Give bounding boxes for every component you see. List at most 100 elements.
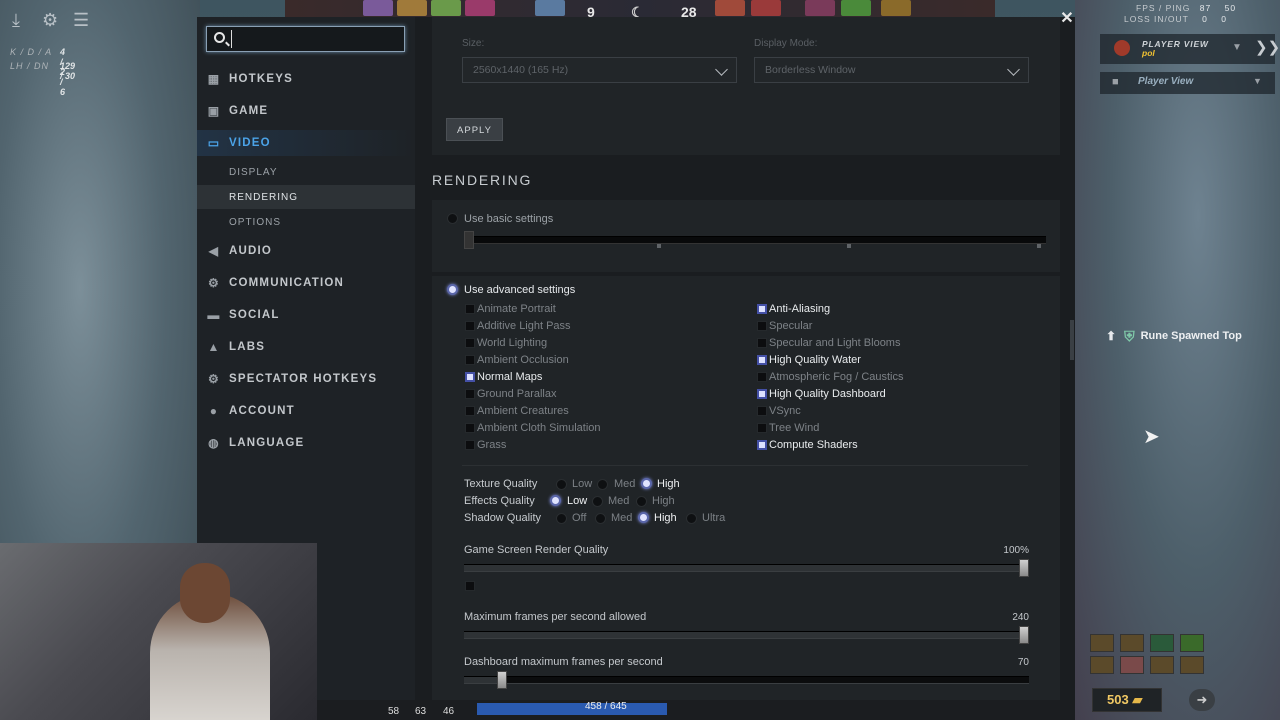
nav-label: LABS bbox=[229, 341, 266, 353]
size-label: Size: bbox=[462, 38, 485, 49]
shadow-ultra-radio[interactable] bbox=[686, 513, 697, 524]
fps-readout: FPS / PING 87 50 bbox=[1120, 3, 1236, 13]
setting-checkbox[interactable] bbox=[465, 406, 475, 416]
item-slot[interactable] bbox=[1180, 634, 1204, 652]
hero-portrait bbox=[363, 0, 393, 16]
setting-checkbox[interactable] bbox=[757, 338, 767, 348]
setting-checkbox[interactable] bbox=[757, 440, 767, 450]
search-icon bbox=[214, 32, 225, 43]
item-slot[interactable] bbox=[1120, 634, 1144, 652]
kda-label: K / D / A bbox=[10, 47, 53, 57]
nav-item-social[interactable]: ▬ SOCIAL bbox=[197, 302, 415, 328]
shadow-med-radio[interactable] bbox=[595, 513, 606, 524]
effects-low-radio[interactable] bbox=[550, 495, 561, 506]
download-icon[interactable]: ⤓ bbox=[12, 10, 20, 31]
nav-item-spectator-hotkeys[interactable]: ⚙ SPECTATOR HOTKEYS bbox=[197, 366, 415, 392]
chevron-down-icon bbox=[715, 63, 728, 76]
setting-checkbox[interactable] bbox=[757, 304, 767, 314]
setting-checkbox[interactable] bbox=[465, 355, 475, 365]
texture-low-label: Low bbox=[572, 478, 593, 490]
basic-settings-radio[interactable] bbox=[447, 213, 458, 224]
setting-checkbox[interactable] bbox=[757, 423, 767, 433]
loss-readout: LOSS IN/OUT 0 0 bbox=[1120, 14, 1227, 24]
item-slot[interactable] bbox=[1150, 634, 1174, 652]
search-box[interactable] bbox=[206, 26, 405, 52]
setting-checkbox[interactable] bbox=[465, 423, 475, 433]
render-quality-checkbox[interactable] bbox=[465, 581, 475, 591]
nav-item-hotkeys[interactable]: ▦ HOTKEYS bbox=[197, 66, 415, 92]
subnav-options[interactable]: OPTIONS bbox=[197, 210, 415, 234]
setting-checkbox-label: Ground Parallax bbox=[477, 388, 557, 400]
max-fps-slider[interactable] bbox=[464, 626, 1029, 644]
shadow-high-radio[interactable] bbox=[638, 512, 649, 523]
item-slot[interactable] bbox=[1120, 656, 1144, 674]
setting-checkbox-label: High Quality Dashboard bbox=[769, 388, 886, 400]
size-dropdown[interactable]: 2560x1440 (165 Hz) bbox=[462, 57, 737, 83]
basic-settings-slider[interactable] bbox=[464, 231, 1046, 249]
divider bbox=[462, 465, 1028, 466]
nav-item-labs[interactable]: ▲ LABS bbox=[197, 334, 415, 360]
nav-item-video[interactable]: ▭ VIDEO bbox=[197, 130, 415, 156]
nav-label: ACCOUNT bbox=[229, 405, 295, 417]
effects-med-radio[interactable] bbox=[592, 496, 603, 507]
dashboard-fps-slider[interactable] bbox=[464, 671, 1029, 689]
nav-label: SPECTATOR HOTKEYS bbox=[229, 373, 378, 385]
slider-thumb[interactable] bbox=[1019, 559, 1029, 577]
setting-checkbox[interactable] bbox=[465, 321, 475, 331]
render-quality-slider[interactable] bbox=[464, 559, 1029, 577]
effects-high-radio[interactable] bbox=[636, 496, 647, 507]
expand-icon[interactable]: ❯❯ bbox=[1255, 38, 1280, 56]
display-mode-dropdown[interactable]: Borderless Window bbox=[754, 57, 1029, 83]
subnav-rendering[interactable]: RENDERING bbox=[197, 185, 415, 209]
menu-icon[interactable]: ☰ bbox=[73, 10, 89, 31]
slider-tick bbox=[1037, 244, 1041, 248]
setting-checkbox[interactable] bbox=[465, 338, 475, 348]
player-view-panel[interactable]: PLAYER VIEW pol ▼ ❯❯ bbox=[1100, 34, 1280, 64]
gold-icon: ▰ bbox=[1132, 692, 1143, 707]
chevron-down-icon[interactable]: ▼ bbox=[1253, 76, 1262, 86]
nav-label: AUDIO bbox=[229, 245, 273, 257]
setting-checkbox[interactable] bbox=[757, 321, 767, 331]
item-slot[interactable] bbox=[1090, 634, 1114, 652]
slider-thumb[interactable] bbox=[1019, 626, 1029, 644]
item-slot[interactable] bbox=[1150, 656, 1174, 674]
nav-item-communication[interactable]: ⚙ COMMUNICATION bbox=[197, 270, 415, 296]
texture-low-radio[interactable] bbox=[556, 479, 567, 490]
rendering-title: RENDERING bbox=[432, 172, 533, 188]
nav-item-audio[interactable]: ◀ AUDIO bbox=[197, 238, 415, 264]
chevron-down-icon[interactable]: ▼ bbox=[1232, 42, 1242, 53]
arrow-right-icon[interactable]: ➜ bbox=[1189, 689, 1215, 711]
setting-checkbox[interactable] bbox=[465, 304, 475, 314]
shadow-off-radio[interactable] bbox=[556, 513, 567, 524]
nav-item-language[interactable]: ◍ LANGUAGE bbox=[197, 430, 415, 456]
stat-value: 63 bbox=[415, 706, 427, 717]
nav-item-account[interactable]: ● ACCOUNT bbox=[197, 398, 415, 424]
slider-thumb[interactable] bbox=[497, 671, 508, 689]
texture-med-radio[interactable] bbox=[597, 479, 608, 490]
advanced-settings-radio[interactable] bbox=[447, 284, 458, 295]
slider-thumb[interactable] bbox=[464, 231, 474, 249]
item-slot[interactable] bbox=[1090, 656, 1114, 674]
setting-checkbox[interactable] bbox=[757, 406, 767, 416]
max-fps-value: 240 bbox=[1012, 612, 1029, 623]
texture-high-radio[interactable] bbox=[641, 478, 652, 489]
health-bar bbox=[477, 703, 667, 715]
setting-checkbox[interactable] bbox=[757, 372, 767, 382]
setting-checkbox[interactable] bbox=[465, 372, 475, 382]
setting-checkbox[interactable] bbox=[465, 389, 475, 399]
content-scrollbar[interactable] bbox=[1070, 320, 1074, 360]
setting-checkbox[interactable] bbox=[757, 389, 767, 399]
nav-item-game[interactable]: ▣ GAME bbox=[197, 98, 415, 124]
setting-checkbox-label: Tree Wind bbox=[769, 422, 820, 434]
setting-checkbox-label: Additive Light Pass bbox=[477, 320, 571, 332]
setting-checkbox[interactable] bbox=[757, 355, 767, 365]
item-slots bbox=[1090, 634, 1210, 678]
subnav-display[interactable]: DISPLAY bbox=[197, 160, 415, 184]
hero-portrait bbox=[841, 0, 871, 16]
gear-icon[interactable]: ⚙ bbox=[42, 10, 58, 31]
search-input[interactable] bbox=[231, 30, 401, 48]
item-slot[interactable] bbox=[1180, 656, 1204, 674]
player-view-select[interactable]: ■ Player View ▼ bbox=[1100, 72, 1275, 94]
apply-button[interactable]: APPLY bbox=[446, 118, 503, 141]
setting-checkbox[interactable] bbox=[465, 440, 475, 450]
